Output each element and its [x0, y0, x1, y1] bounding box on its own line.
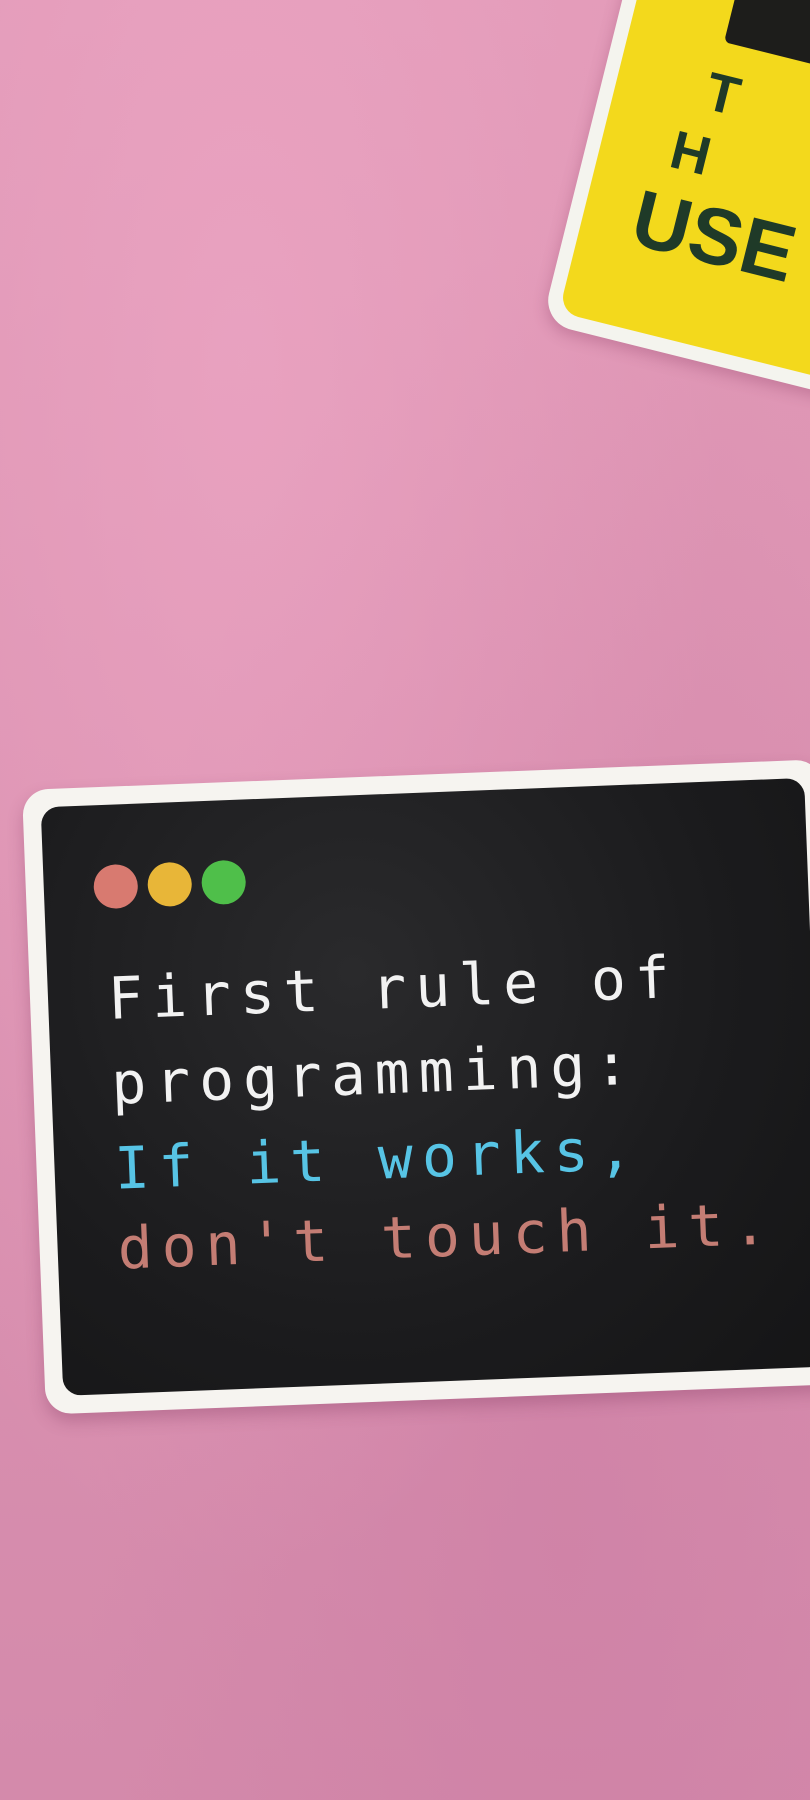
terminal-line-1: First rule of — [106, 942, 680, 1033]
terminal-line-2: programming: — [110, 1029, 640, 1118]
terminal-line-4: don't touch it. — [116, 1189, 778, 1283]
yellow-sticker: T H USE — [541, 0, 810, 405]
yellow-sticker-text-line-3: USE — [623, 172, 805, 300]
photo-background: T H USE First rule of programming: If it… — [0, 0, 810, 1800]
yellow-dot — [146, 861, 193, 908]
window-dots — [92, 859, 247, 910]
terminal-line-3: If it works, — [113, 1114, 643, 1203]
yellow-sticker-face: T H USE — [558, 0, 810, 388]
yellow-sticker-text-line-1: T — [699, 61, 747, 128]
red-dot — [92, 863, 139, 910]
green-dot — [200, 859, 247, 906]
terminal-sticker-face: First rule of programming: If it works, … — [40, 777, 810, 1396]
terminal-sticker: First rule of programming: If it works, … — [22, 759, 810, 1415]
